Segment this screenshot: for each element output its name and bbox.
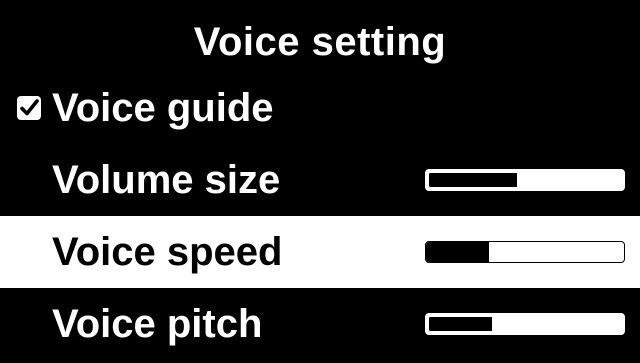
voice-speed-label: Voice speed xyxy=(52,230,283,274)
voice-speed-row[interactable]: Voice speed xyxy=(0,216,640,288)
voice-pitch-level-bar[interactable] xyxy=(425,313,625,335)
voice-pitch-row[interactable]: Voice pitch xyxy=(0,288,640,360)
checkmark-icon xyxy=(20,99,39,116)
voice-speed-level-fill xyxy=(426,242,490,262)
volume-size-label: Volume size xyxy=(52,158,281,202)
volume-size-level-bar[interactable] xyxy=(425,169,625,191)
volume-size-level-fill xyxy=(427,171,518,189)
volume-size-row[interactable]: Volume size xyxy=(0,144,640,216)
voice-guide-label: Voice guide xyxy=(52,86,274,130)
voice-setting-screen: Voice setting Voice guide Volume size Vo… xyxy=(0,0,640,363)
checkbox-checked-icon[interactable] xyxy=(17,96,41,120)
voice-pitch-level-fill xyxy=(427,315,492,333)
voice-pitch-label: Voice pitch xyxy=(52,302,263,346)
page-title: Voice setting xyxy=(193,20,447,64)
voice-guide-row[interactable]: Voice guide xyxy=(0,72,640,144)
voice-speed-level-bar[interactable] xyxy=(425,241,625,263)
